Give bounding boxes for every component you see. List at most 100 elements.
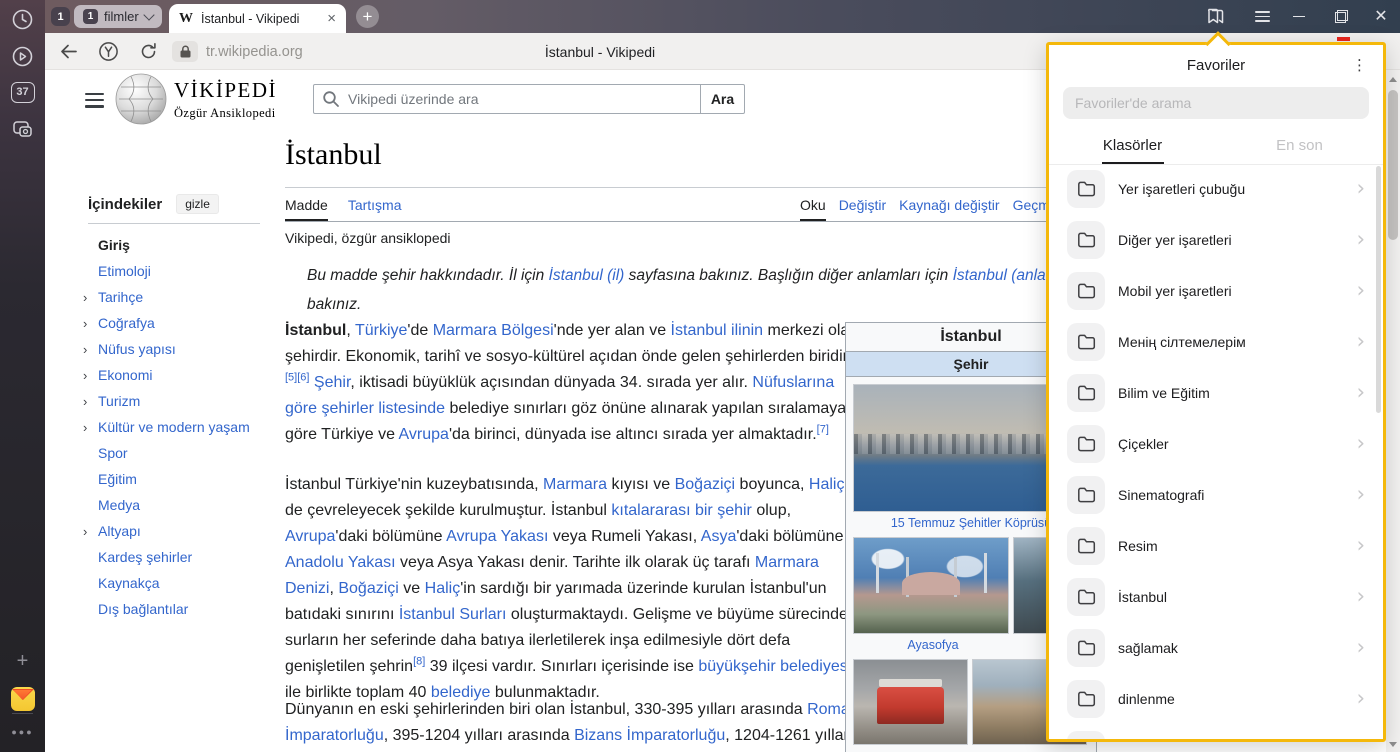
wikipedia-logo[interactable] [115,73,167,125]
toc-label[interactable]: Spor [98,445,128,461]
toc-label[interactable]: Altyapı [98,523,141,539]
favorites-folder-item[interactable]: Mobil yer işaretleri› [1049,265,1383,316]
tab-close-icon[interactable]: × [327,11,336,26]
toc-label[interactable]: Etimoloji [98,263,151,279]
wiki-link[interactable]: Avrupa [399,426,449,443]
toc-label[interactable]: Turizm [98,393,140,409]
wiki-menu-icon[interactable] [85,93,104,108]
wiki-link[interactable]: Anadolu Yakası [285,554,396,571]
chevron-right-icon[interactable]: › [83,394,98,409]
wiki-link[interactable]: Asya [701,528,737,545]
close-window-button[interactable]: ✕ [1367,0,1395,33]
favorites-folder-item[interactable]: Resim› [1049,520,1383,571]
scroll-down-arrow[interactable] [1389,742,1397,747]
tab-kaynagi-degistir[interactable]: Kaynağı değiştir [899,197,999,221]
toc-label[interactable]: Nüfus yapısı [98,341,176,357]
wiki-search-button[interactable]: Ara [701,84,745,114]
kebab-menu-icon[interactable]: ⋮ [1352,56,1367,74]
infobox-photo-ayasofya[interactable] [853,537,1009,634]
wiki-link[interactable]: İstanbul ilinin [671,322,764,339]
wiki-link[interactable]: Marmara Bölgesi [433,322,554,339]
favorites-folder-item[interactable]: Çiçekler› [1049,418,1383,469]
favorites-search-input[interactable] [1063,87,1369,119]
favorites-folder-item[interactable]: dinlenme› [1049,673,1383,724]
player-icon[interactable] [0,40,45,72]
wiki-link[interactable]: büyükşehir belediyesi [698,658,851,675]
reference-link[interactable]: [6] [297,372,309,384]
history-icon[interactable] [0,3,45,35]
toc-item[interactable]: ›Tarihçe [83,284,288,310]
toc-label[interactable]: Dış bağlantılar [98,601,188,617]
toc-item[interactable]: ›Coğrafya [83,310,288,336]
pinned-tab-badge[interactable]: 1 [51,7,70,26]
more-icon[interactable]: ●●● [0,716,45,748]
toc-item[interactable]: ›Turizm [83,388,288,414]
scroll-up-arrow[interactable] [1389,77,1397,82]
wiki-link[interactable]: Boğaziçi [338,580,398,597]
toc-label[interactable]: Kültür ve modern yaşam [98,419,250,435]
toc-item[interactable]: Kardeş şehirler [83,544,288,570]
favorites-folder-item[interactable]: › [1049,724,1383,739]
reference-link[interactable]: [7] [817,424,829,436]
tab-tartisma[interactable]: Tartışma [348,197,402,221]
tab-madde[interactable]: Madde [285,197,328,221]
wiki-link[interactable]: Bizans İmparatorluğu [574,727,725,744]
favorites-folder-item[interactable]: İstanbul› [1049,571,1383,622]
favorites-folder-item[interactable]: Diğer yer işaretleri› [1049,214,1383,265]
toc-label[interactable]: Kaynakça [98,575,159,591]
tab-degistir[interactable]: Değiştir [839,197,886,221]
add-panel-button[interactable]: + [0,645,45,677]
toc-label[interactable]: Tarihçe [98,289,143,305]
menu-icon[interactable] [1248,0,1276,33]
wiki-link[interactable]: Marmara [543,476,607,493]
toc-item[interactable]: Eğitim [83,466,288,492]
toc-item[interactable]: Medya [83,492,288,518]
yandex-mail-icon[interactable] [0,683,45,715]
panels-bookmark-icon[interactable] [1200,0,1232,33]
favorites-folder-item[interactable]: Менің сілтемелерім› [1049,316,1383,367]
reference-link[interactable]: [5] [285,372,297,384]
scrollbar-thumb[interactable] [1388,90,1398,240]
toc-label[interactable]: Ekonomi [98,367,152,383]
chevron-right-icon[interactable]: › [83,420,98,435]
wiki-search-input[interactable] [313,84,701,114]
tab-klasorler[interactable]: Klasörler [1049,129,1216,164]
favorites-folder-item[interactable]: Yer işaretleri çubuğu› [1049,163,1383,214]
wiki-link[interactable]: Şehir [314,374,350,391]
toc-item[interactable]: Etimoloji [83,258,288,284]
screenshot-icon[interactable] [0,113,45,145]
photo-caption-ayasofya[interactable]: Ayasofya [853,634,1013,654]
wiki-link[interactable]: Boğaziçi [675,476,735,493]
toc-item[interactable]: Kaynakça [83,570,288,596]
favorites-folder-item[interactable]: Bilim ve Eğitim› [1049,367,1383,418]
toc-label[interactable]: Coğrafya [98,315,155,331]
wiki-link[interactable]: Avrupa Yakası [446,528,548,545]
infobox-photo-tram[interactable] [853,659,968,745]
tab-group-filmler[interactable]: 1 filmler [74,5,162,28]
toc-label[interactable]: Medya [98,497,140,513]
wiki-link[interactable]: Avrupa [285,528,335,545]
chevron-right-icon[interactable]: › [83,524,98,539]
minimize-button[interactable] [1285,0,1313,33]
tab-en-son[interactable]: En son [1216,129,1383,164]
toc-item[interactable]: ›Nüfus yapısı [83,336,288,362]
toc-item[interactable]: Spor [83,440,288,466]
toc-label[interactable]: Kardeş şehirler [98,549,192,565]
wiki-link[interactable]: Türkiye [355,322,407,339]
toc-item[interactable]: ›Ekonomi [83,362,288,388]
wiki-link[interactable]: İstanbul (il) [549,267,625,284]
new-tab-button[interactable]: + [356,5,379,28]
toc-item[interactable]: Dış bağlantılar [83,596,288,622]
yandex-protect-icon[interactable] [95,33,121,70]
maximize-restore-button[interactable] [1327,0,1355,33]
reference-link[interactable]: [8] [413,656,425,668]
back-button[interactable] [55,33,81,70]
chevron-right-icon[interactable]: › [83,342,98,357]
wikipedia-wordmark[interactable]: VİKİPEDİ Özgür Ansiklopedi [174,78,277,121]
wiki-link[interactable]: Haliç [809,476,845,493]
chevron-right-icon[interactable]: › [83,290,98,305]
wiki-link[interactable]: kıtalararası bir şehir [611,502,752,519]
toc-label[interactable]: Eğitim [98,471,137,487]
site-security-badge[interactable] [172,41,198,62]
url-text[interactable]: tr.wikipedia.org [206,33,303,70]
